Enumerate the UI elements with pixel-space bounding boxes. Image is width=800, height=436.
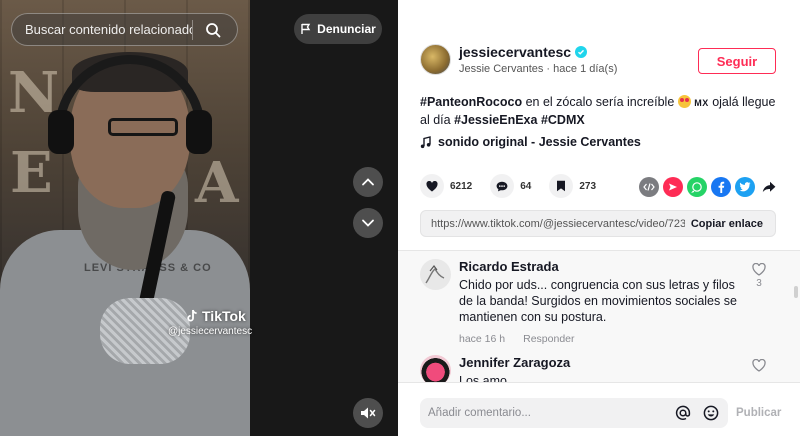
heart-eyes-emoji-icon bbox=[677, 95, 691, 108]
like-count: 6212 bbox=[450, 180, 473, 192]
hashtag-link[interactable]: #PanteonRococo bbox=[420, 95, 522, 109]
author-display-name: Jessie Cervantes bbox=[459, 63, 544, 75]
comment-like-button[interactable]: 3 bbox=[752, 263, 766, 289]
comment-count: 64 bbox=[520, 180, 532, 192]
music-link[interactable]: sonido original - Jessie Cervantes bbox=[420, 135, 641, 149]
wall-letter: E bbox=[10, 140, 53, 206]
comment-composer: Publicar bbox=[398, 382, 800, 436]
mention-button[interactable] bbox=[674, 404, 692, 422]
hashtag-link[interactable]: #CDMX bbox=[541, 113, 585, 127]
whatsapp-icon bbox=[691, 182, 702, 193]
video-link-url[interactable]: https://www.tiktok.com/@jessiecervantesc… bbox=[431, 218, 685, 230]
commenter-name[interactable]: Jennifer Zaragoza bbox=[459, 355, 739, 370]
author-handle[interactable]: jessiecervantesc bbox=[459, 44, 571, 60]
report-label: Denunciar bbox=[317, 22, 376, 36]
video-info-panel: jessiecervantesc Jessie Cervantes · hace… bbox=[398, 0, 800, 436]
author-avatar[interactable] bbox=[420, 44, 451, 75]
heart-outline-icon bbox=[752, 359, 766, 372]
save-count: 273 bbox=[579, 180, 597, 192]
video-frame: N E A LEVI STRAUSS & CO bbox=[0, 0, 250, 436]
embed-code-icon bbox=[643, 183, 655, 191]
related-search-box[interactable] bbox=[11, 13, 238, 46]
next-video-button[interactable] bbox=[353, 208, 383, 238]
watermark-handle: @jessiecervantesc bbox=[168, 326, 253, 337]
comment-button[interactable]: 64 bbox=[490, 174, 531, 198]
share-options bbox=[639, 177, 779, 197]
tiktok-watermark: TikTok @jessiecervantesc bbox=[168, 308, 252, 337]
commenter-avatar[interactable] bbox=[420, 259, 451, 290]
commenter-avatar[interactable] bbox=[420, 355, 451, 382]
heart-icon bbox=[426, 180, 438, 191]
engagement-actions: 6212 64 273 bbox=[420, 174, 614, 198]
post-comment-button[interactable]: Publicar bbox=[736, 407, 781, 419]
tiktok-logo-icon bbox=[187, 309, 197, 322]
comment-like-count: 3 bbox=[756, 278, 762, 289]
follow-button[interactable]: Seguir bbox=[698, 48, 776, 74]
video-player[interactable]: N E A LEVI STRAUSS & CO Denu bbox=[0, 0, 398, 436]
video-link-box[interactable]: https://www.tiktok.com/@jessiecervantesc… bbox=[420, 210, 776, 237]
more-share-button[interactable] bbox=[759, 177, 779, 197]
speaker-muted-icon bbox=[361, 407, 376, 419]
comment-like-button[interactable] bbox=[752, 359, 766, 372]
comment-time: hace 16 h bbox=[459, 333, 506, 345]
search-icon bbox=[206, 22, 221, 37]
at-sign-icon bbox=[675, 405, 691, 420]
chevron-down-icon bbox=[362, 219, 374, 227]
heart-outline-icon bbox=[752, 263, 766, 276]
music-label: sonido original - Jessie Cervantes bbox=[438, 135, 641, 149]
share-whatsapp-button[interactable] bbox=[687, 177, 707, 197]
comment-text: Chido por uds... congruencia con sus let… bbox=[459, 278, 737, 324]
comment-bubble-icon bbox=[496, 181, 508, 191]
chevron-up-icon bbox=[362, 178, 374, 186]
hashtag-link[interactable]: #JessieEnExa bbox=[454, 113, 537, 127]
mute-button[interactable] bbox=[353, 398, 383, 428]
reply-button[interactable]: Responder bbox=[523, 333, 574, 345]
post-time: hace 1 día(s) bbox=[553, 63, 618, 75]
mexico-flag: MX bbox=[694, 98, 709, 108]
flag-icon bbox=[301, 23, 311, 34]
smiley-icon bbox=[703, 405, 719, 421]
verified-badge-icon bbox=[575, 46, 588, 58]
twitter-bird-icon bbox=[739, 182, 751, 192]
comments-list[interactable]: Ricardo Estrada Chido por uds... congrue… bbox=[398, 250, 800, 382]
send-icon bbox=[669, 183, 677, 191]
video-description: #PanteonRococo en el zócalo sería increí… bbox=[420, 95, 776, 127]
save-button[interactable]: 273 bbox=[549, 174, 596, 198]
copy-link-button[interactable]: Copiar enlace bbox=[691, 218, 763, 230]
related-search-input[interactable] bbox=[12, 22, 192, 37]
wall-letter: A bbox=[195, 150, 239, 216]
comments-scrollbar[interactable] bbox=[794, 286, 798, 298]
previous-video-button[interactable] bbox=[353, 167, 383, 197]
share-facebook-button[interactable] bbox=[711, 177, 731, 197]
comment-text: Los amo bbox=[459, 374, 507, 382]
facebook-icon bbox=[718, 181, 725, 193]
share-arrow-icon bbox=[762, 181, 776, 193]
like-button[interactable]: 6212 bbox=[420, 174, 472, 198]
watermark-brand: TikTok bbox=[202, 308, 246, 324]
emoji-button[interactable] bbox=[702, 404, 720, 422]
search-button[interactable] bbox=[193, 13, 233, 46]
share-twitter-button[interactable] bbox=[735, 177, 755, 197]
app-root: N E A LEVI STRAUSS & CO Denu bbox=[0, 0, 800, 436]
music-note-icon bbox=[420, 135, 431, 148]
embed-button[interactable] bbox=[639, 177, 659, 197]
bookmark-icon bbox=[557, 180, 566, 192]
author-row[interactable]: jessiecervantesc Jessie Cervantes · hace… bbox=[420, 44, 617, 75]
send-to-friends-button[interactable] bbox=[663, 177, 683, 197]
commenter-name[interactable]: Ricardo Estrada bbox=[459, 259, 739, 274]
report-button[interactable]: Denunciar bbox=[294, 14, 382, 44]
comment-input[interactable] bbox=[428, 407, 664, 419]
